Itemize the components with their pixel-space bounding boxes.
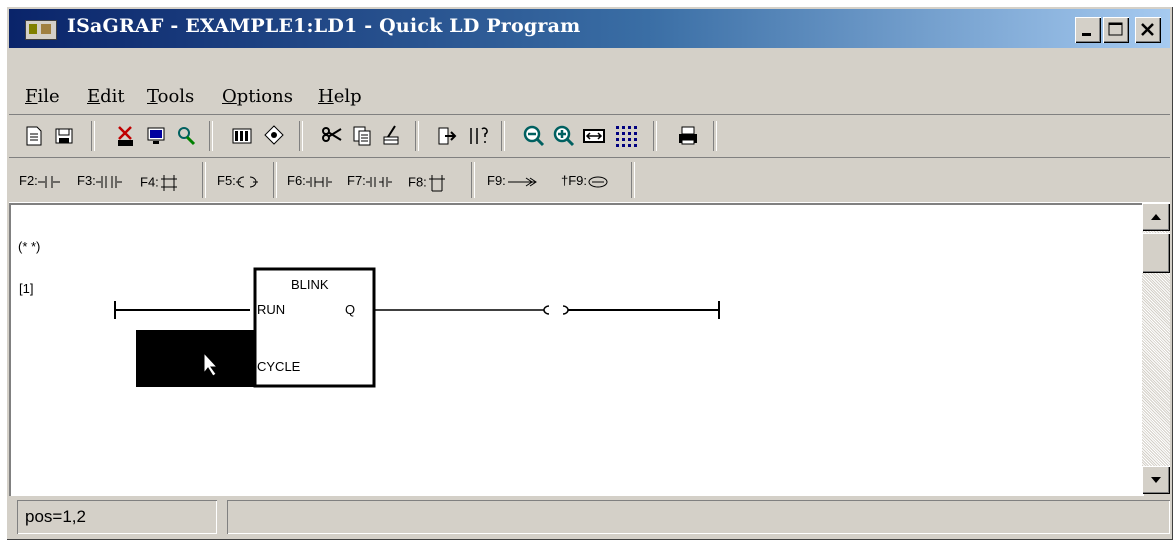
new-page-icon[interactable] xyxy=(21,123,47,149)
main-toolbar xyxy=(9,114,1170,158)
f2-contact-button[interactable]: F2: xyxy=(19,173,60,189)
message-panel xyxy=(227,500,1170,534)
save-icon[interactable] xyxy=(51,123,77,149)
selection-cursor-box xyxy=(136,330,254,387)
print-icon[interactable] xyxy=(675,123,701,149)
contact-icon xyxy=(37,175,60,188)
branch-icon xyxy=(160,175,177,191)
ld-toolbar: F2: F3: F4: F5: F6: F7: F8: F9: †F9: xyxy=(9,157,1170,203)
f7-contact-button[interactable]: F7: xyxy=(347,173,392,189)
f4-branch-button[interactable]: F4: xyxy=(140,173,179,193)
arrow-up-icon xyxy=(1151,214,1161,220)
vertical-scrollbar[interactable] xyxy=(1142,203,1170,494)
series-contact-icon xyxy=(305,176,332,187)
f5-coil-button[interactable]: F5: xyxy=(217,173,258,189)
goto-icon[interactable] xyxy=(435,123,461,149)
zoom-in-icon[interactable] xyxy=(551,123,577,149)
scroll-thumb[interactable] xyxy=(1142,233,1170,273)
scissors-icon[interactable] xyxy=(319,123,345,149)
window-title: ISaGRAF - EXAMPLE1:LD1 - Quick LD Progra… xyxy=(67,15,581,37)
minimize-icon xyxy=(1082,33,1091,36)
status-bar: pos=1,2 xyxy=(9,496,1170,540)
menu-bar: File Edit Tools Options Help xyxy=(9,78,1170,114)
title-bar[interactable]: ISaGRAF - EXAMPLE1:LD1 - Quick LD Progra… xyxy=(9,9,1170,48)
coil-symbol xyxy=(543,305,569,315)
maximize-icon xyxy=(1108,22,1123,36)
ld-diagram xyxy=(114,267,720,388)
position-text: pos=1,2 xyxy=(25,507,86,526)
vertical-branch-icon xyxy=(428,175,445,192)
negated-contact-icon xyxy=(365,176,392,187)
input-cycle-label: CYCLE xyxy=(257,359,301,374)
close-icon xyxy=(1141,23,1154,36)
app-window: ISaGRAF - EXAMPLE1:LD1 - Quick LD Progra… xyxy=(6,6,1173,540)
grid-icon[interactable] xyxy=(613,123,639,149)
right-power-rail xyxy=(568,301,720,319)
monitor-icon[interactable] xyxy=(143,123,169,149)
parallel-contact-icon xyxy=(95,175,122,188)
f8-branch-button[interactable]: F8: xyxy=(408,173,447,193)
left-power-rail xyxy=(114,301,250,319)
block-name: BLINK xyxy=(291,277,329,292)
minimize-button[interactable] xyxy=(1075,17,1101,43)
f9-jump-button[interactable]: F9: xyxy=(487,173,542,189)
zoom-out-icon[interactable] xyxy=(521,123,547,149)
return-icon xyxy=(588,176,608,188)
arrow-down-icon xyxy=(1151,477,1161,483)
menu-edit[interactable]: Edit xyxy=(87,86,125,107)
maximize-button[interactable] xyxy=(1103,17,1129,43)
menu-file[interactable]: File xyxy=(25,86,60,107)
shift-f9-return-button[interactable]: †F9: xyxy=(561,173,609,189)
scroll-up-button[interactable] xyxy=(1142,203,1170,231)
close-button[interactable] xyxy=(1135,17,1161,43)
paint-icon[interactable] xyxy=(379,123,405,149)
output-q-label: Q xyxy=(345,302,356,317)
f6-contact-button[interactable]: F6: xyxy=(287,173,332,189)
cut-icon[interactable] xyxy=(113,123,139,149)
isagraf-app-icon[interactable] xyxy=(25,20,57,40)
f3-contact-button[interactable]: F3: xyxy=(77,173,122,189)
scroll-down-button[interactable] xyxy=(1142,466,1170,494)
menu-help[interactable]: Help xyxy=(318,86,362,107)
ld-editor-canvas[interactable]: (* *) [1] BLINK RUN Q CYCLE xyxy=(9,203,1144,496)
copy-icon[interactable] xyxy=(349,123,375,149)
jump-icon xyxy=(507,177,537,186)
coil-icon xyxy=(235,176,258,188)
position-panel: pos=1,2 xyxy=(17,500,217,534)
network-icon[interactable] xyxy=(261,123,287,149)
fit-icon[interactable] xyxy=(581,123,607,149)
chart-icon[interactable] xyxy=(229,123,255,149)
menu-options[interactable]: Options xyxy=(222,86,293,107)
menu-tools[interactable]: Tools xyxy=(147,86,194,107)
undo-icon[interactable] xyxy=(465,123,491,149)
search-icon[interactable] xyxy=(173,123,199,149)
input-run-label: RUN xyxy=(257,302,286,317)
